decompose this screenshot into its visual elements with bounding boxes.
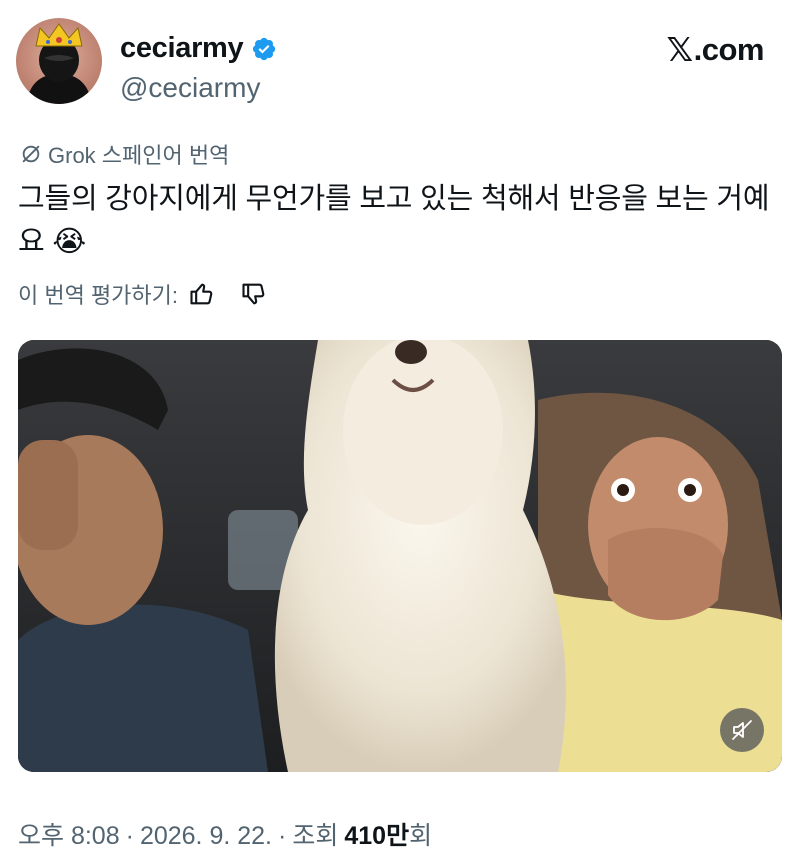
rate-translation-label: 이 번역 평가하기:	[18, 283, 179, 308]
meta-separator: ·	[125, 822, 134, 850]
views-number: 410	[344, 822, 387, 850]
site-logo[interactable]: 𝕏 .com	[666, 30, 765, 69]
author-name-row: ceciarmy	[120, 32, 277, 65]
tweet-header: ceciarmy @ceciarmy 𝕏 .com	[16, 18, 784, 114]
x-logo-icon: 𝕏	[666, 31, 694, 68]
views-label: 조회	[292, 822, 339, 850]
thumbs-down-icon[interactable]	[240, 280, 268, 308]
video-frame	[18, 340, 782, 772]
muted-speaker-icon	[732, 720, 752, 740]
tweet-time[interactable]: 오후 8:08	[18, 816, 120, 852]
views-count[interactable]: 410만	[344, 816, 409, 852]
translation-label: Grok 스페인어 번역	[48, 143, 230, 168]
author-avatar[interactable]	[16, 18, 102, 104]
meta-separator: ·	[278, 822, 287, 850]
site-label: .com	[693, 31, 765, 67]
views-unit: 만	[386, 822, 410, 850]
views-suffix: 회	[409, 822, 433, 850]
tweet-date[interactable]: 2026. 9. 22.	[140, 822, 272, 851]
verified-badge-icon[interactable]	[251, 36, 277, 62]
translation-notice[interactable]: Grok 스페인어 번역	[20, 138, 229, 170]
mute-button[interactable]	[720, 708, 764, 752]
author-handle[interactable]: @ceciarmy	[120, 72, 260, 104]
rate-translation-row: 이 번역 평가하기:	[18, 278, 268, 310]
author-display-name[interactable]: ceciarmy	[120, 32, 244, 65]
thumbs-up-icon[interactable]	[188, 280, 216, 308]
no-translate-icon	[22, 145, 40, 163]
tweet-text: 그들의 강아지에게 무언가를 보고 있는 척해서 반응을 보는 거예요 😭	[18, 183, 770, 258]
video-player[interactable]	[18, 340, 782, 772]
tweet-meta: 오후 8:08 · 2026. 9. 22. · 조회 410만 회	[18, 816, 432, 852]
avatar-illustration	[26, 23, 92, 104]
